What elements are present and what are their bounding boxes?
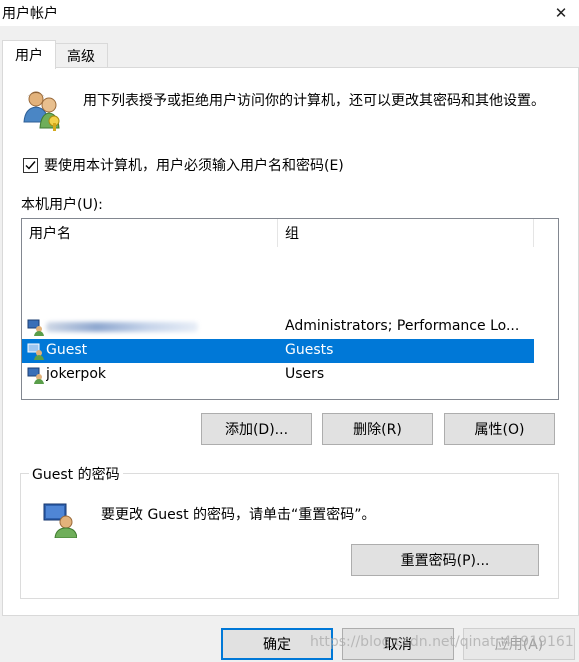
close-button[interactable]: ✕	[543, 0, 579, 26]
password-group-title: Guest 的密码	[29, 464, 123, 484]
tab-advanced[interactable]: 高级	[54, 43, 108, 68]
password-groupbox: Guest 的密码 要更改 Guest 的密码，请单击“重置密码”。 重置密码(…	[20, 464, 559, 599]
user-group: Guests	[285, 342, 334, 358]
tab-strip: 用户 高级	[0, 40, 579, 69]
user-icon	[27, 318, 45, 340]
user-name: Guest	[46, 342, 88, 358]
tab-users[interactable]: 用户	[2, 40, 56, 69]
user-icon	[27, 366, 45, 388]
require-login-option[interactable]: 要使用本计算机，用户必须输入用户名和密码(E)	[23, 155, 344, 175]
users-tab-panel: 用下列表授予或拒绝用户访问你的计算机，还可以更改其密码和其他设置。 要使用本计算…	[2, 67, 579, 616]
local-users-list[interactable]: 用户名 组 Administrators; Performance Lo... …	[21, 218, 559, 400]
add-user-button[interactable]: 添加(D)...	[201, 413, 312, 445]
password-instruction: 要更改 Guest 的密码，请单击“重置密码”。	[101, 507, 376, 523]
intro-text: 用下列表授予或拒绝用户访问你的计算机，还可以更改其密码和其他设置。	[83, 93, 545, 109]
user-name: jokerpok	[46, 366, 106, 382]
window-title: 用户帐户	[2, 6, 58, 22]
user-group: Users	[285, 366, 325, 382]
table-row[interactable]: Guest Guests	[22, 339, 534, 363]
title-bar: 用户帐户 ✕	[0, 0, 579, 26]
user-password-icon	[43, 502, 78, 542]
table-row[interactable]: jokerpok Users	[22, 363, 534, 387]
checkmark-icon	[25, 160, 36, 170]
column-header-group[interactable]: 组	[278, 219, 534, 247]
users-icon	[21, 88, 65, 136]
require-login-label: 要使用本计算机，用户必须输入用户名和密码(E)	[44, 158, 344, 174]
column-header-username[interactable]: 用户名	[22, 219, 278, 247]
local-users-label: 本机用户(U):	[21, 197, 103, 213]
obscured-username	[46, 322, 198, 332]
remove-user-button[interactable]: 删除(R)	[322, 413, 433, 445]
require-login-checkbox[interactable]	[23, 157, 38, 173]
user-icon	[27, 342, 45, 364]
list-header: 用户名 组	[22, 219, 558, 247]
close-icon: ✕	[554, 4, 568, 22]
properties-button[interactable]: 属性(O)	[444, 413, 555, 445]
reset-password-button[interactable]: 重置密码(P)...	[351, 544, 539, 576]
user-group: Administrators; Performance Lo...	[285, 318, 520, 334]
watermark: https://blog.csdn.net/qinat_41919161	[310, 634, 574, 650]
table-row[interactable]: Administrators; Performance Lo...	[22, 315, 534, 339]
